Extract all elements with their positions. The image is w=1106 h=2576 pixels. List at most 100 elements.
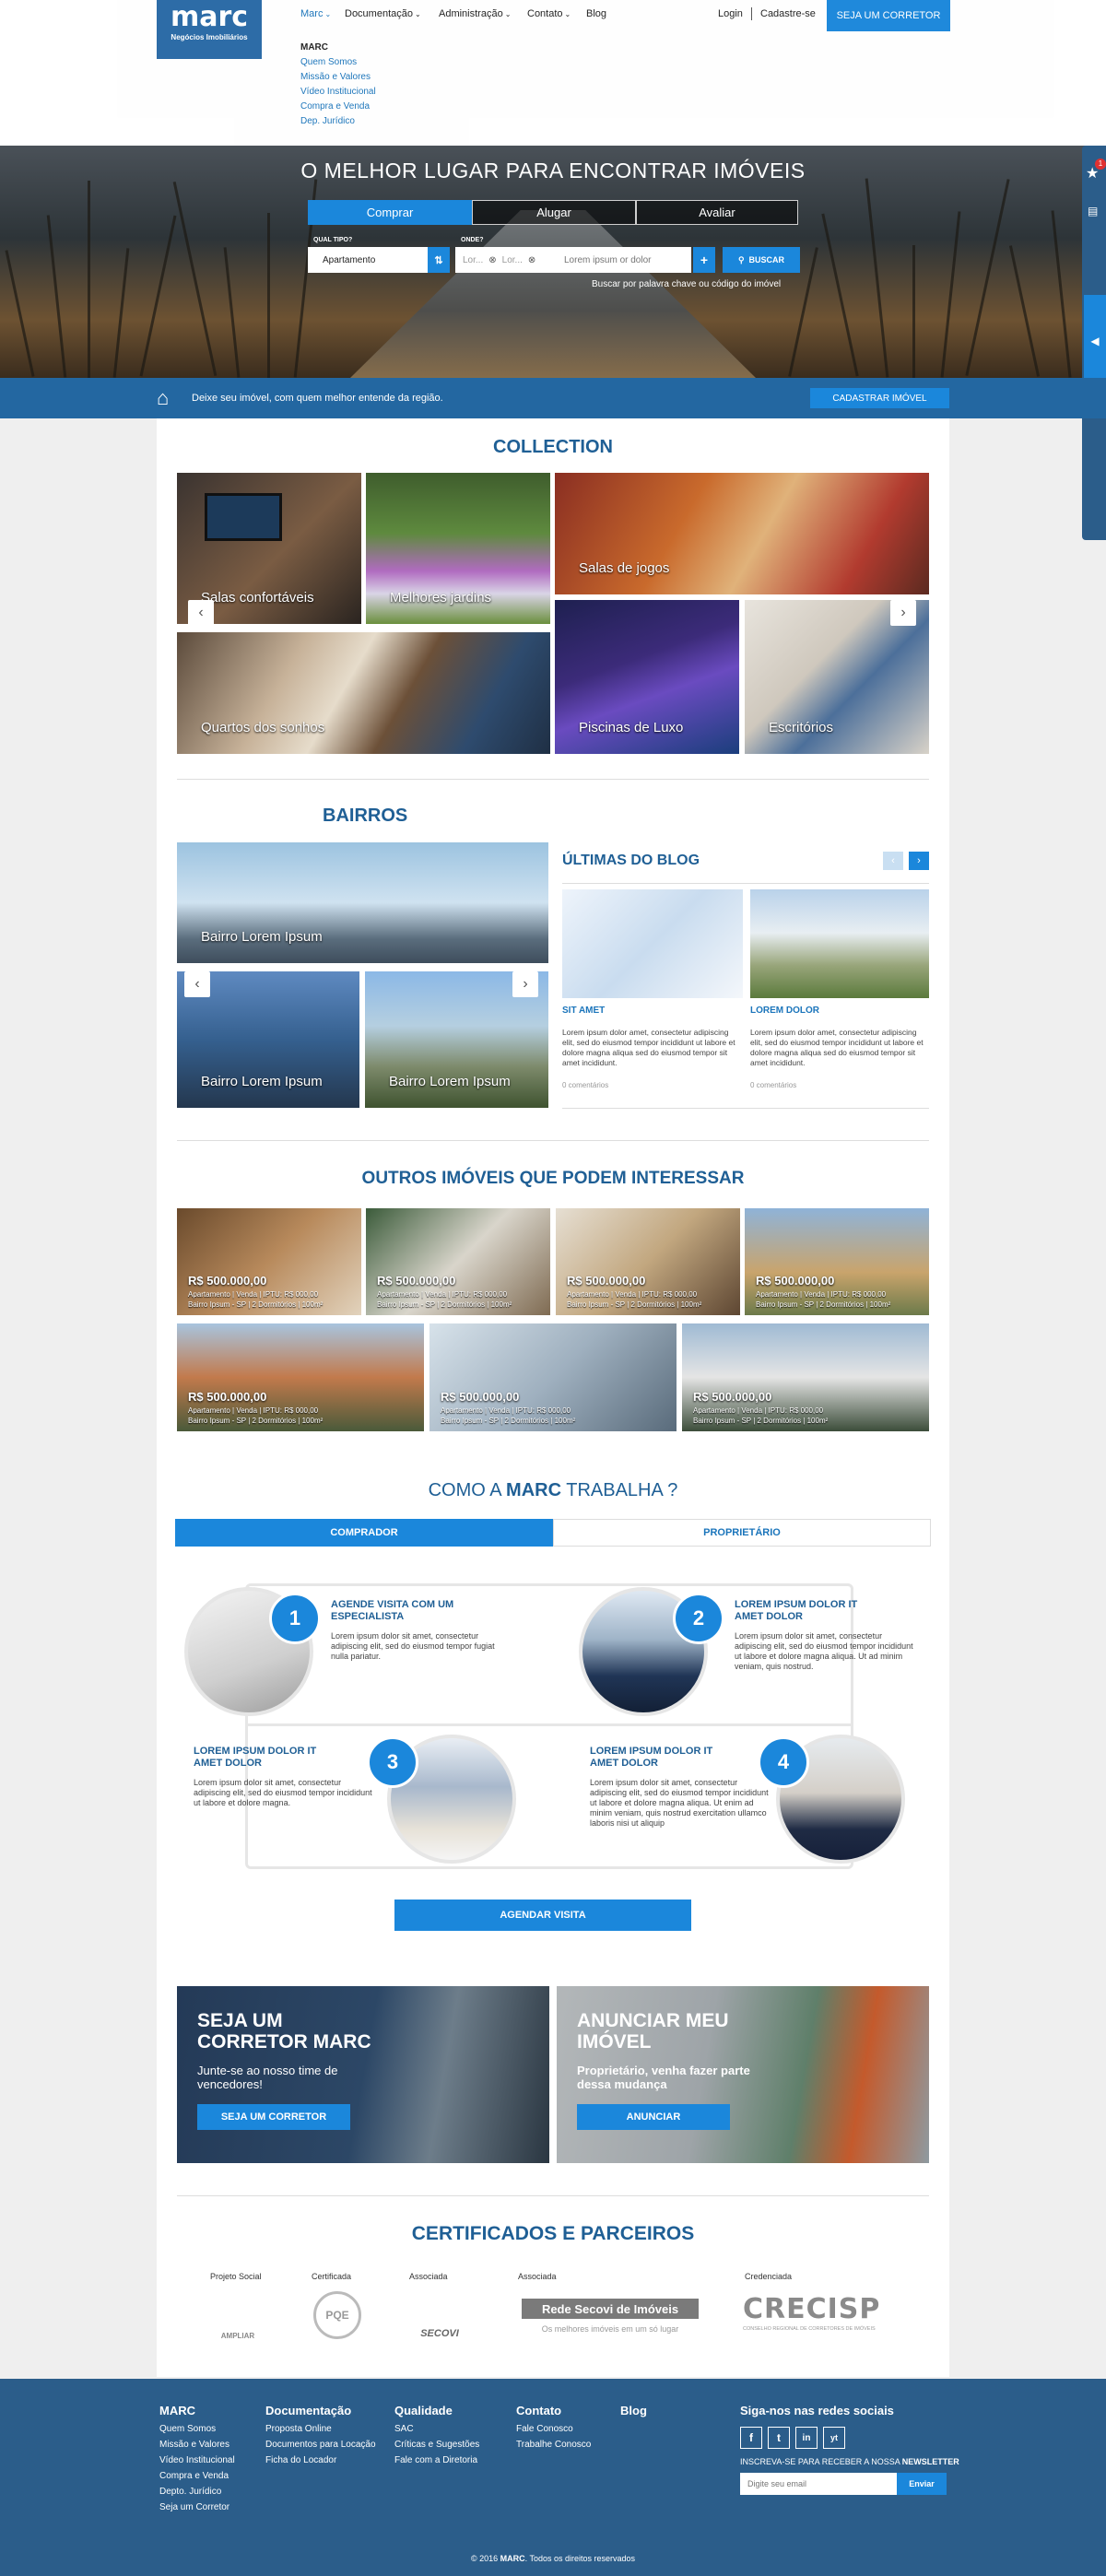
facebook-icon[interactable]: f — [740, 2427, 762, 2449]
location-search-input[interactable] — [549, 247, 691, 273]
newsletter-send-button[interactable]: Enviar — [897, 2473, 947, 2495]
chevron-right-icon[interactable]: › — [909, 852, 929, 870]
chevron-left-icon[interactable]: ‹ — [188, 600, 214, 626]
step-title: AGENDE VISITA COM UM ESPECIALISTA — [331, 1599, 454, 1622]
signup-link[interactable]: Cadastre-se — [760, 8, 816, 19]
tab-comprar[interactable]: Comprar — [308, 200, 472, 225]
become-broker-promo-button[interactable]: SEJA UM CORRETOR — [197, 2104, 350, 2130]
blog-comments[interactable]: 0 comentários — [562, 1081, 608, 1089]
crecisp-logo[interactable]: CRECISP — [743, 2293, 896, 2325]
chevron-left-icon[interactable]: ‹ — [883, 852, 903, 870]
location-chips[interactable]: Lor... ⊗ Lor... ⊗ — [455, 247, 549, 273]
property-card[interactable]: R$ 500.000,00 Apartamento | Venda | IPTU:… — [177, 1323, 424, 1431]
submenu-item[interactable]: Dep. Jurídico — [300, 114, 376, 129]
submenu-item[interactable]: Vídeo Institucional — [300, 85, 376, 100]
footer-link[interactable]: Compra e Venda — [159, 2468, 235, 2484]
newsletter-label: INSCREVA-SE PARA RECEBER A NOSSA NEWSLET… — [740, 2457, 959, 2466]
footer-link[interactable]: SAC — [394, 2421, 479, 2437]
collection-tile[interactable]: Piscinas de Luxo — [555, 600, 739, 754]
collection-tile[interactable]: Quartos dos sonhos — [177, 632, 550, 754]
search-button[interactable]: ⚲ BUSCAR — [723, 247, 800, 273]
chevron-right-icon[interactable]: › — [512, 971, 538, 997]
close-icon[interactable]: ⊗ — [528, 255, 535, 265]
nav-blog[interactable]: Blog — [586, 8, 606, 19]
blog-image[interactable] — [750, 889, 929, 998]
logo[interactable]: marc Negócios Imobiliários — [157, 0, 262, 59]
property-card[interactable]: R$ 500.000,00 Apartamento | Venda | IPTU:… — [177, 1208, 361, 1315]
property-type-select[interactable]: Apartamento — [308, 247, 428, 273]
login-link[interactable]: Login — [718, 8, 743, 19]
announce-button[interactable]: ANUNCIAR — [577, 2104, 730, 2130]
como-title: COMO A MARC TRABALHA ? — [0, 1480, 1106, 1501]
rede-secovi-logo[interactable]: Rede Secovi de Imóveis — [522, 2299, 699, 2319]
footer-link[interactable]: Seja um Corretor — [159, 2500, 235, 2515]
property-card[interactable]: R$ 500.000,00 Apartamento | Venda | IPTU:… — [556, 1208, 740, 1315]
footer-links: Proposta Online Documentos para Locação … — [265, 2421, 376, 2468]
bairro-tile[interactable]: Bairro Lorem Ipsum — [177, 842, 548, 963]
site-header: marc Negócios Imobiliários Marc ⌄ Documen… — [0, 0, 1106, 146]
collection-tile[interactable]: Salas de jogos — [555, 473, 929, 594]
property-card[interactable]: R$ 500.000,00 Apartamento | Venda | IPTU:… — [682, 1323, 929, 1431]
submenu-item[interactable]: Compra e Venda — [300, 100, 376, 114]
close-icon[interactable]: ⊗ — [488, 255, 496, 265]
footer-link[interactable]: Quem Somos — [159, 2421, 235, 2437]
footer-link[interactable]: Críticas e Sugestões — [394, 2437, 479, 2452]
tab-avaliar[interactable]: Avaliar — [636, 200, 798, 225]
tile-label: Bairro Lorem Ipsum — [201, 1074, 323, 1089]
ampliar-logo[interactable]: AMPLIAR — [210, 2292, 265, 2340]
nav-administracao[interactable]: Administração ⌄ — [439, 8, 511, 19]
newsletter-email-input[interactable] — [740, 2473, 897, 2495]
property-card[interactable]: R$ 500.000,00 Apartamento | Venda | IPTU:… — [366, 1208, 550, 1315]
partner-label: Credenciada — [745, 2272, 793, 2281]
grass-blade — [223, 247, 241, 378]
compare-icon[interactable]: ▤ — [1088, 205, 1098, 218]
footer-link[interactable]: Ficha do Locador — [265, 2452, 376, 2468]
footer-link[interactable]: Documentos para Locação — [265, 2437, 376, 2452]
footer-link[interactable]: Depto. Jurídico — [159, 2484, 235, 2500]
footer-link[interactable]: Missão e Valores — [159, 2437, 235, 2452]
bairros-title: BAIRROS — [323, 806, 408, 826]
nav-marc[interactable]: Marc ⌄ — [300, 8, 331, 19]
footer-link[interactable]: Proposta Online — [265, 2421, 376, 2437]
nav-contato[interactable]: Contato ⌄ — [527, 8, 571, 19]
chevron-left-icon[interactable]: ‹ — [184, 971, 210, 997]
property-details: Apartamento | Venda | IPTU: R$ 000,00 — [567, 1290, 698, 1299]
collection-tile[interactable]: Melhores jardins — [366, 473, 550, 624]
keyword-search-link[interactable]: Buscar por palavra chave ou código do im… — [592, 279, 781, 289]
property-location: Bairro Ipsum - SP | 2 Dormitórios | 100m… — [188, 1417, 324, 1425]
submenu-item[interactable]: Missão e Valores — [300, 70, 376, 85]
collapse-arrow-icon[interactable]: ◀ — [1084, 295, 1106, 387]
footer-link[interactable]: Fale com a Diretoria — [394, 2452, 479, 2468]
property-card[interactable]: R$ 500.000,00 Apartamento | Venda | IPTU:… — [745, 1208, 929, 1315]
youtube-icon[interactable]: yt — [823, 2427, 845, 2449]
twitter-icon[interactable]: t — [768, 2427, 790, 2449]
divider — [562, 1108, 929, 1109]
add-location-button[interactable]: + — [693, 247, 715, 273]
tab-proprietario[interactable]: PROPRIETÁRIO — [553, 1519, 931, 1547]
blog-post-title[interactable]: LOREM DOLOR — [750, 1006, 819, 1016]
property-card[interactable]: R$ 500.000,00 Apartamento | Venda | IPTU:… — [429, 1323, 677, 1431]
blog-comments[interactable]: 0 comentários — [750, 1081, 796, 1089]
become-broker-button[interactable]: SEJA UM CORRETOR — [827, 0, 950, 31]
footer-col-title[interactable]: Blog — [620, 2404, 647, 2417]
partner-label: Associada — [518, 2272, 557, 2281]
grass-blade — [46, 215, 67, 378]
secovi-logo[interactable]: SECOVI — [409, 2295, 470, 2339]
submenu-item[interactable]: Quem Somos — [300, 55, 376, 70]
blog-post-title[interactable]: SIT AMET — [562, 1006, 605, 1016]
linkedin-icon[interactable]: in — [795, 2427, 818, 2449]
footer-link[interactable]: Fale Conosco — [516, 2421, 591, 2437]
nav-documentacao[interactable]: Documentação ⌄ — [345, 8, 421, 19]
blog-post-excerpt: Lorem ipsum dolor amet, consectetur adip… — [750, 1028, 924, 1067]
chevron-right-icon[interactable]: › — [890, 600, 916, 626]
footer-link[interactable]: Trabalhe Conosco — [516, 2437, 591, 2452]
como-title-brand: MARC — [506, 1480, 562, 1500]
tab-comprador[interactable]: COMPRADOR — [175, 1519, 553, 1547]
sort-icon[interactable]: ⇅ — [428, 247, 450, 273]
schedule-visit-button[interactable]: AGENDAR VISITA — [394, 1900, 691, 1931]
tab-alugar[interactable]: Alugar — [472, 200, 636, 225]
register-property-button[interactable]: CADASTRAR IMÓVEL — [810, 388, 949, 408]
blog-image[interactable] — [562, 889, 743, 998]
footer-link[interactable]: Vídeo Institucional — [159, 2452, 235, 2468]
pqe-logo[interactable]: PQE — [313, 2291, 361, 2339]
